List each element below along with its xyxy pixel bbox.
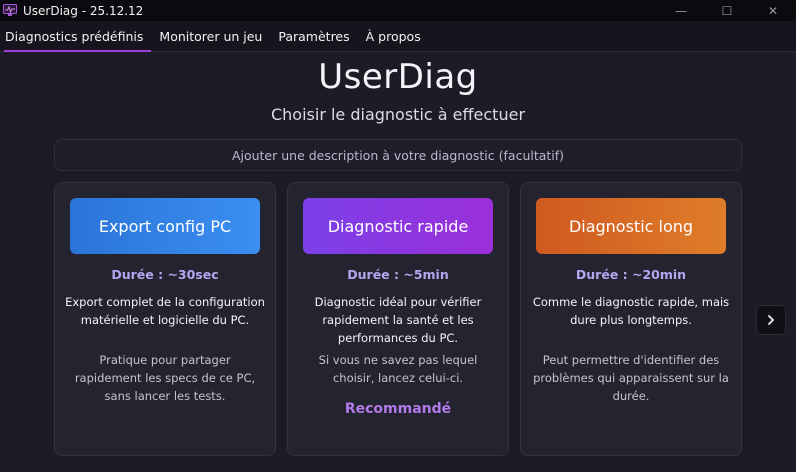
card-note: Si vous ne savez pas lequel choisir, lan… [318,353,478,385]
card-description: Comme le diagnostic rapide, mais dure pl… [532,295,730,327]
card-duration: Durée : ~30sec [111,267,219,282]
card-description: Diagnostic idéal pour vérifier rapidemen… [314,295,482,345]
chevron-right-icon [768,315,774,325]
tab-parametres[interactable]: Paramètres [270,21,357,51]
diagnostic-rapide-button[interactable]: Diagnostic rapide [303,198,493,254]
app-monitor-icon [3,4,17,16]
recommended-badge: Recommandé [344,401,452,417]
window-controls: — ☐ ✕ [658,0,796,21]
title-bar: UserDiag - 25.12.12 — ☐ ✕ [0,0,796,21]
tab-monitorer-jeu[interactable]: Monitorer un jeu [151,21,270,51]
card-diagnostic-long: Diagnostic long Durée : ~20min Comme le … [520,182,742,456]
card-description: Export complet de la configuration matér… [65,295,265,327]
next-cards-button[interactable] [756,305,786,335]
tab-diagnostics-predefinis[interactable]: Diagnostics prédéfinis [0,21,152,52]
card-duration: Durée : ~20min [575,267,687,282]
window-title: UserDiag - 25.12.12 [23,3,144,18]
minimize-button[interactable]: — [658,0,704,21]
card-note: Pratique pour partager rapidement les sp… [74,353,256,403]
card-note: Peut permettre d'identifier des problème… [533,353,729,403]
diagnostic-long-button[interactable]: Diagnostic long [536,198,726,254]
maximize-button[interactable]: ☐ [704,0,750,21]
card-export-config: Export config PC Durée : ~30sec Export c… [54,182,276,456]
main-menu: Diagnostics prédéfinis Monitorer un jeu … [0,21,796,52]
description-input[interactable] [54,139,742,171]
page-title: UserDiag [318,57,478,97]
page-subtitle: Choisir le diagnostic à effectuer [270,105,526,124]
card-diagnostic-rapide: Diagnostic rapide Durée : ~5min Diagnost… [287,182,509,456]
tab-a-propos[interactable]: À propos [358,21,429,51]
export-config-button[interactable]: Export config PC [70,198,260,254]
close-button[interactable]: ✕ [750,0,796,21]
card-duration: Durée : ~5min [347,267,449,282]
